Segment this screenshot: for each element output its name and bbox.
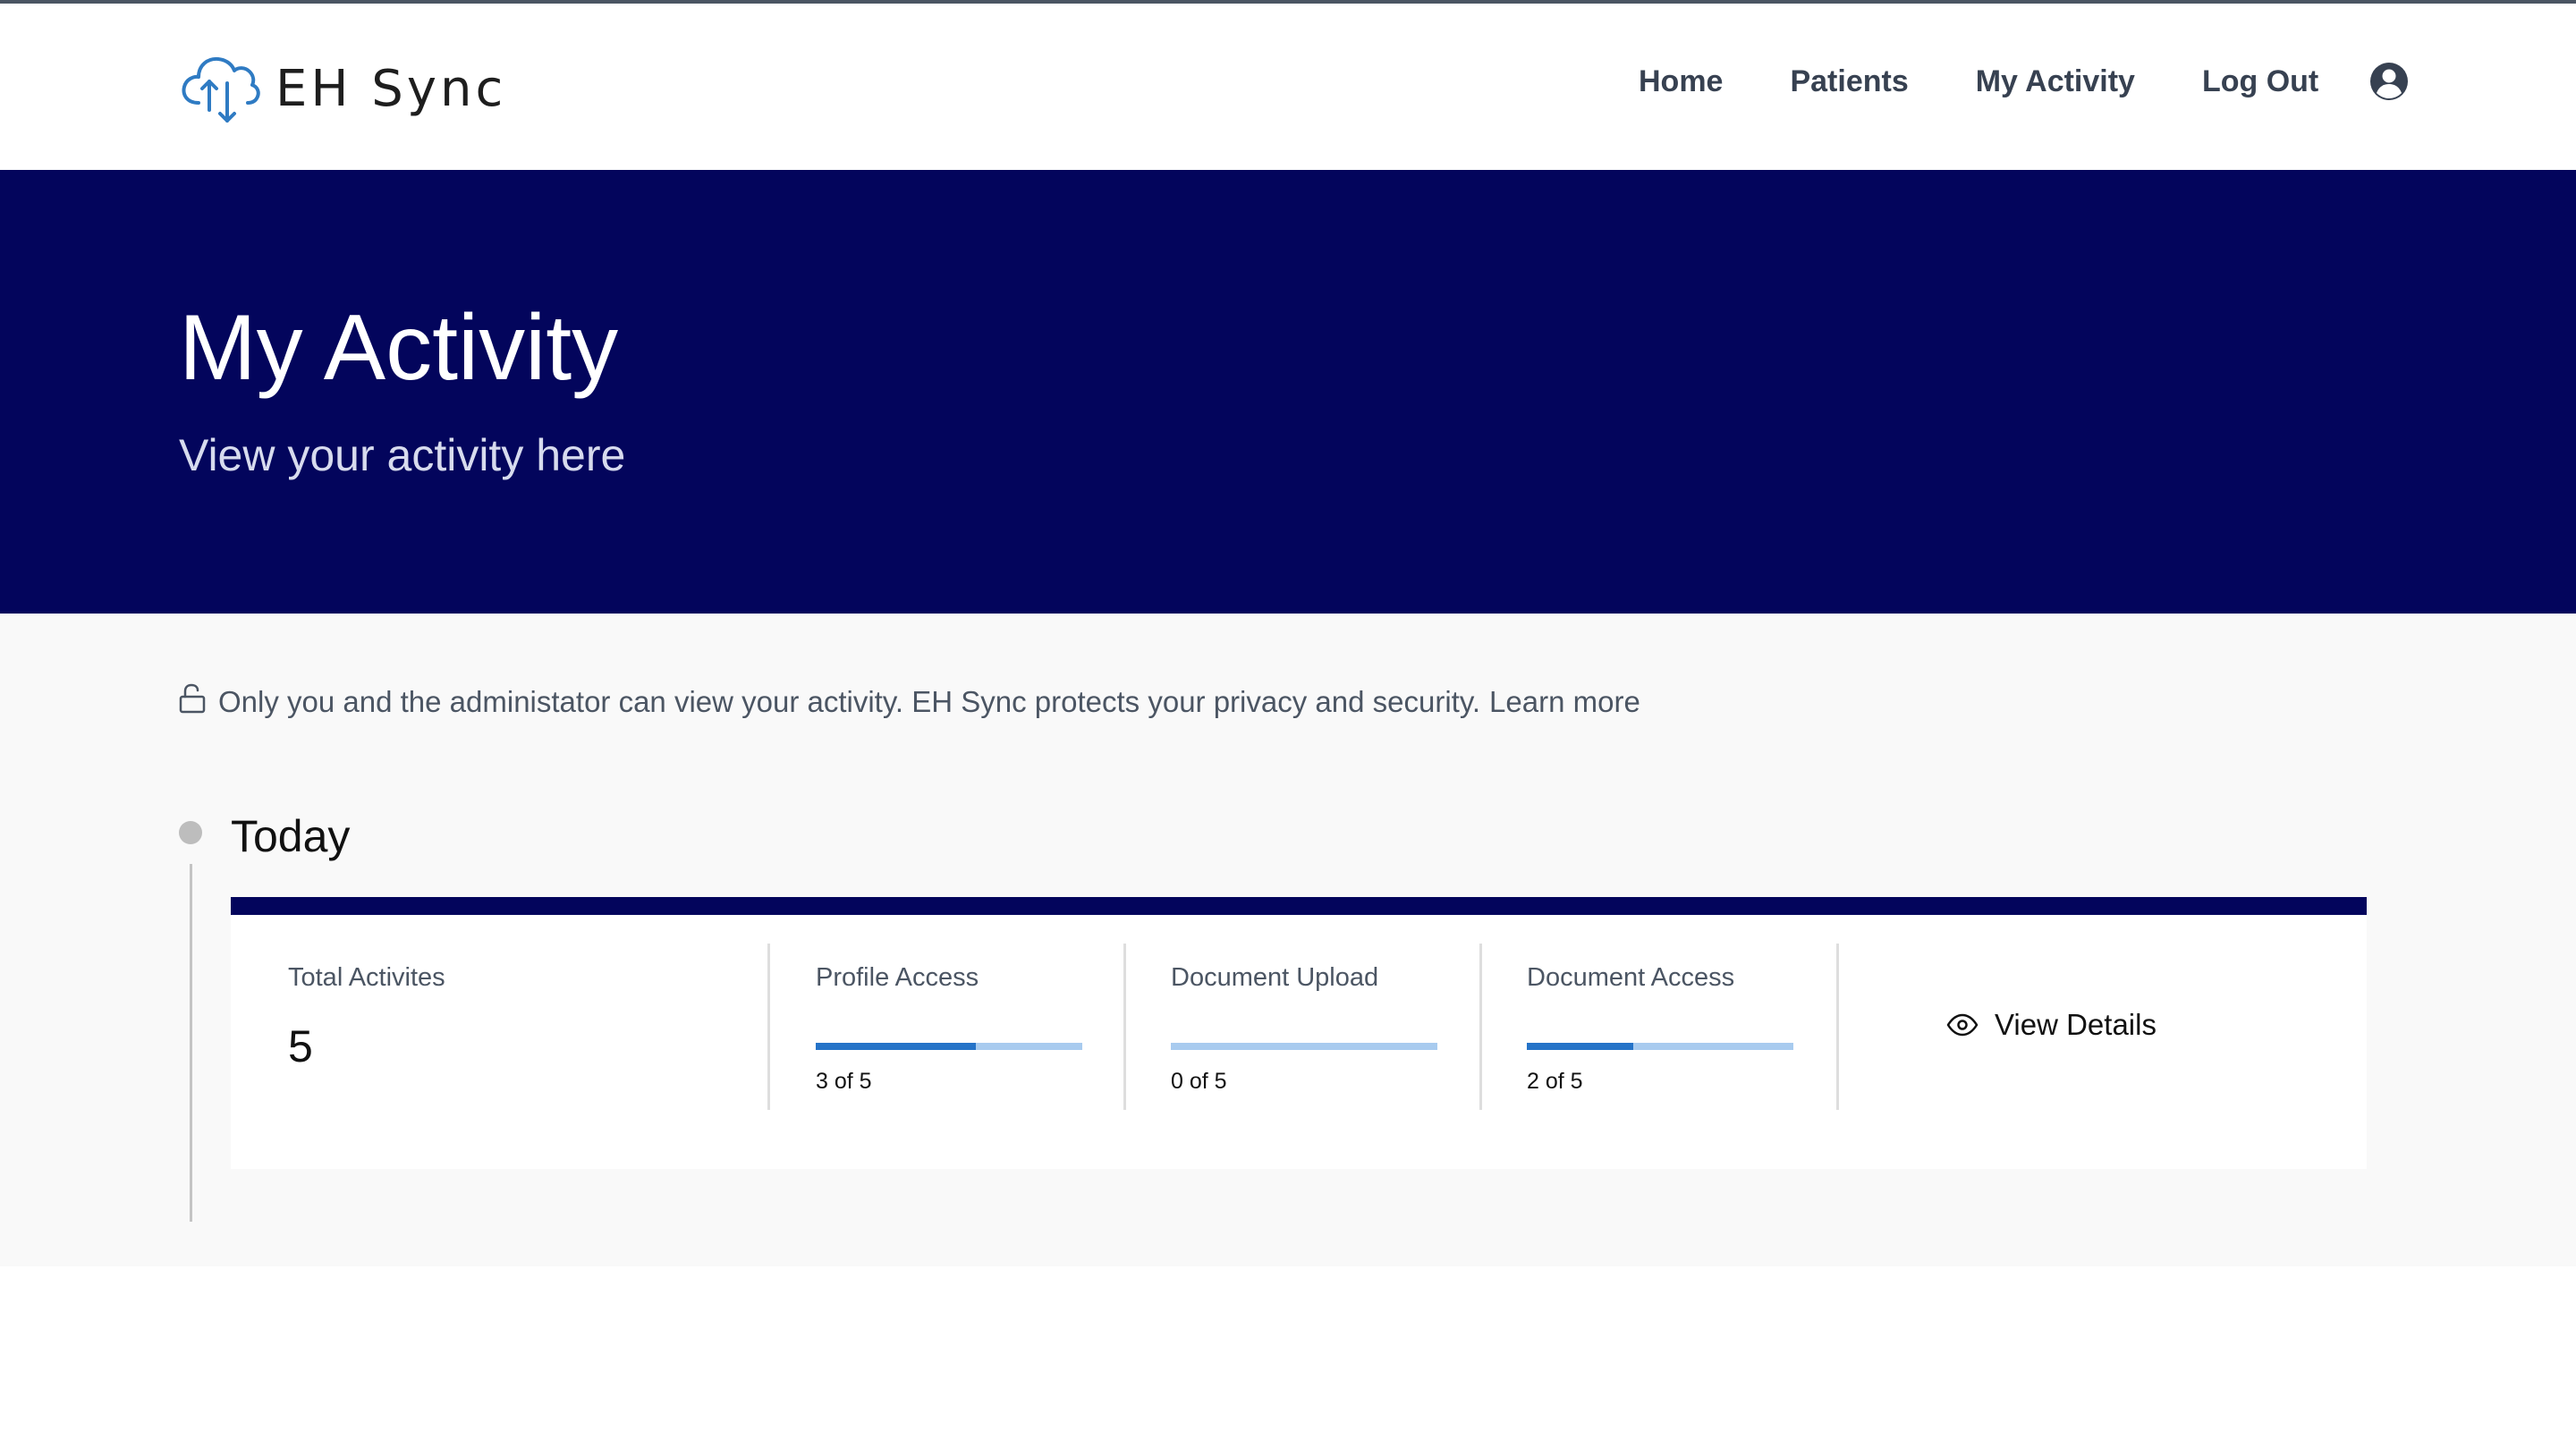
document-access-progress-fill — [1527, 1043, 1634, 1050]
profile-access-progress — [816, 1043, 1082, 1050]
view-details-label: View Details — [1995, 1008, 2157, 1041]
stat-divider — [1123, 944, 1126, 1110]
activity-summary-card: Total Activites 5 Profile Access 3 of 5 … — [231, 915, 2367, 1169]
privacy-notice: Only you and the administator can view y… — [179, 683, 1640, 719]
stat-divider — [1836, 944, 1839, 1110]
document-access-label: Document Access — [1527, 963, 1735, 992]
hero-banner: My Activity View your activity here — [0, 170, 2576, 614]
document-upload-label: Document Upload — [1171, 963, 1379, 992]
nav-my-activity[interactable]: My Activity — [1976, 64, 2135, 99]
total-activities-stat: Total Activites 5 — [231, 915, 750, 1169]
timeline-dot — [179, 821, 202, 844]
total-activities-value: 5 — [288, 1021, 313, 1071]
view-details-button[interactable]: View Details — [1946, 1008, 2157, 1042]
stat-divider — [767, 944, 770, 1110]
document-access-stat: Document Access 2 of 5 — [1527, 915, 1831, 1169]
page-subtitle: View your activity here — [179, 430, 626, 480]
profile-access-label: Profile Access — [816, 963, 979, 992]
learn-more-link[interactable]: Learn more — [1489, 685, 1640, 719]
stat-divider — [1479, 944, 1482, 1110]
document-access-progress — [1527, 1043, 1793, 1050]
document-access-count: 2 of 5 — [1527, 1069, 1583, 1094]
nav-log-out[interactable]: Log Out — [2202, 64, 2318, 99]
activity-content: Only you and the administator can view y… — [0, 614, 2576, 1266]
page-title: My Activity — [179, 296, 619, 400]
document-upload-progress — [1171, 1043, 1437, 1050]
total-activities-label: Total Activites — [288, 963, 445, 992]
document-upload-stat: Document Upload 0 of 5 — [1171, 915, 1475, 1169]
privacy-text: Only you and the administator can view y… — [218, 685, 1481, 718]
lock-open-icon — [179, 683, 206, 714]
summary-card-accent — [231, 897, 2367, 915]
document-upload-count: 0 of 5 — [1171, 1069, 1227, 1094]
nav-patients[interactable]: Patients — [1790, 64, 1908, 99]
timeline-line — [190, 864, 192, 1222]
timeline-day-label: Today — [231, 811, 351, 861]
profile-access-progress-fill — [816, 1043, 976, 1050]
site-header: EH Sync Home Patients My Activity Log Ou… — [0, 4, 2576, 170]
cloud-sync-icon — [182, 56, 260, 123]
nav-home[interactable]: Home — [1639, 64, 1723, 99]
eye-icon — [1946, 1013, 1979, 1037]
main-nav: Home Patients My Activity Log Out — [1639, 61, 2410, 102]
profile-access-stat: Profile Access 3 of 5 — [816, 915, 1120, 1169]
profile-access-count: 3 of 5 — [816, 1069, 872, 1094]
user-circle-icon[interactable] — [2368, 61, 2410, 102]
brand[interactable]: EH Sync — [179, 48, 506, 129]
brand-name: EH Sync — [275, 59, 507, 118]
